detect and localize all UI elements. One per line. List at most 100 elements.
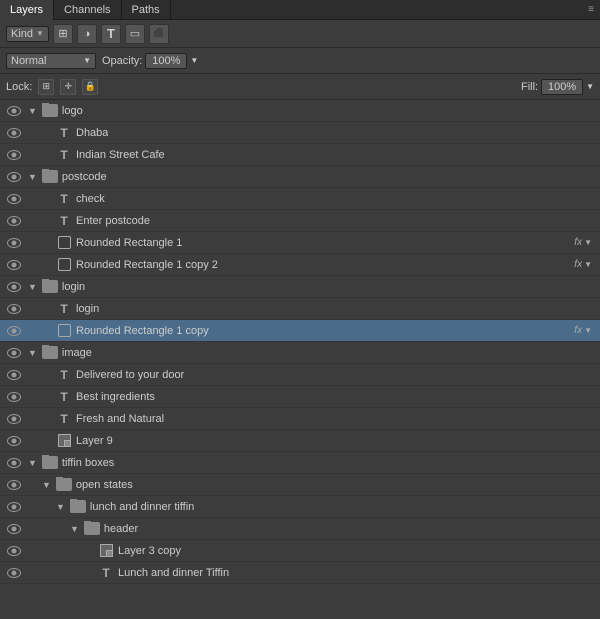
layer-toolbar: Kind ▼ ⊞ ◑ T ▭ ⬛: [0, 20, 600, 48]
layer-visibility-toggle[interactable]: [0, 304, 28, 314]
adjustment-filter-icon[interactable]: ◑: [77, 24, 97, 44]
text-icon: T: [56, 411, 72, 427]
folder-icon: [42, 280, 58, 293]
layer-name-label: logo: [62, 105, 83, 117]
layer-visibility-toggle[interactable]: [0, 326, 28, 336]
layer-row[interactable]: TLunch and dinner Tiffin: [0, 562, 600, 584]
layer-visibility-toggle[interactable]: [0, 370, 28, 380]
fx-arrow-icon[interactable]: ▼: [584, 260, 592, 269]
layer-row[interactable]: TDhaba: [0, 122, 600, 144]
folder-expand-arrow-icon[interactable]: ▼: [28, 282, 37, 292]
layer-visibility-toggle[interactable]: [0, 282, 28, 292]
layer-row[interactable]: Tcheck: [0, 188, 600, 210]
layer-content: TDhaba: [28, 125, 596, 141]
layer-name-label: Rounded Rectangle 1: [76, 237, 182, 249]
fx-arrow-icon[interactable]: ▼: [584, 238, 592, 247]
eye-icon: [7, 282, 21, 292]
layer-row[interactable]: TBest ingredients: [0, 386, 600, 408]
pixel-filter-icon[interactable]: ⊞: [53, 24, 73, 44]
layer-row[interactable]: TFresh and Natural: [0, 408, 600, 430]
blend-mode-arrow-icon: ▼: [83, 56, 91, 65]
layer-row[interactable]: Rounded Rectangle 1fx▼: [0, 232, 600, 254]
tab-paths[interactable]: Paths: [122, 0, 171, 20]
layer-visibility-toggle[interactable]: [0, 392, 28, 402]
layer-row[interactable]: Rounded Rectangle 1 copy 2fx▼: [0, 254, 600, 276]
folder-expand-arrow-icon[interactable]: ▼: [28, 348, 37, 358]
layer-visibility-toggle[interactable]: [0, 502, 28, 512]
layer-visibility-toggle[interactable]: [0, 150, 28, 160]
fill-input[interactable]: 100%: [541, 79, 583, 95]
opacity-input[interactable]: 100%: [145, 53, 187, 69]
layer-visibility-toggle[interactable]: [0, 348, 28, 358]
layer-content: ▼open states: [28, 477, 596, 493]
folder-icon: [70, 499, 86, 515]
layer-row[interactable]: TEnter postcode: [0, 210, 600, 232]
panel-collapse[interactable]: ≡: [582, 2, 600, 17]
layer-visibility-toggle[interactable]: [0, 458, 28, 468]
text-layer-icon: T: [60, 302, 67, 316]
text-layer-icon: T: [60, 368, 67, 382]
layer-row[interactable]: TIndian Street Cafe: [0, 144, 600, 166]
folder-expand-arrow-icon[interactable]: ▼: [28, 106, 37, 116]
fill-group: Fill: 100% ▼: [521, 79, 594, 95]
layer-row[interactable]: Layer 9: [0, 430, 600, 452]
layer-name-label: Enter postcode: [76, 215, 150, 227]
layer-visibility-toggle[interactable]: [0, 128, 28, 138]
layer-row[interactable]: ▼postcode: [0, 166, 600, 188]
layer-row[interactable]: Rounded Rectangle 1 copyfx▼: [0, 320, 600, 342]
lock-all-icon[interactable]: 🔒: [82, 79, 98, 95]
layer-visibility-toggle[interactable]: [0, 568, 28, 578]
layer-content: Layer 9: [28, 433, 596, 449]
layer-row[interactable]: ▼lunch and dinner tiffin: [0, 496, 600, 518]
layer-row[interactable]: Layer 3 copy: [0, 540, 600, 562]
layer-row[interactable]: ▼login: [0, 276, 600, 298]
eye-icon: [7, 128, 21, 138]
layer-visibility-toggle[interactable]: [0, 436, 28, 446]
fx-arrow-icon[interactable]: ▼: [584, 326, 592, 335]
layer-row[interactable]: ▼ logo: [0, 100, 600, 122]
layer-visibility-toggle[interactable]: [0, 480, 28, 490]
filter-kind-btn[interactable]: Kind ▼: [6, 26, 49, 42]
layer-visibility-toggle[interactable]: [0, 524, 28, 534]
opacity-group: Opacity: 100% ▼: [102, 53, 198, 69]
fill-arrow-icon[interactable]: ▼: [586, 82, 594, 91]
folder-expand-arrow-icon[interactable]: ▼: [28, 458, 37, 468]
blend-mode-select[interactable]: Normal ▼: [6, 53, 96, 69]
kind-arrow-icon: ▼: [36, 29, 44, 38]
folder-expand-arrow-icon[interactable]: ▼: [56, 502, 65, 512]
smart-filter-icon[interactable]: ⬛: [149, 24, 169, 44]
opacity-arrow-icon[interactable]: ▼: [190, 56, 198, 65]
folder-expand-arrow-icon[interactable]: ▼: [70, 524, 79, 534]
layer-visibility-toggle[interactable]: [0, 106, 28, 116]
layer-content: Tlogin: [28, 301, 596, 317]
layer-name-label: image: [62, 347, 92, 359]
layer-row[interactable]: TDelivered to your door: [0, 364, 600, 386]
layer-row[interactable]: Tlogin: [0, 298, 600, 320]
layer-visibility-toggle[interactable]: [0, 216, 28, 226]
shape-filter-icon[interactable]: ▭: [125, 24, 145, 44]
tab-layers[interactable]: Layers: [0, 0, 54, 20]
layer-visibility-toggle[interactable]: [0, 414, 28, 424]
layer-content: TEnter postcode: [28, 213, 596, 229]
layer-visibility-toggle[interactable]: [0, 546, 28, 556]
lock-pixels-icon[interactable]: ⊞: [38, 79, 54, 95]
layer-row[interactable]: ▼ image: [0, 342, 600, 364]
folder-expand-arrow-icon[interactable]: ▼: [28, 172, 37, 182]
folder-icon: [70, 500, 86, 513]
lock-position-icon[interactable]: ✛: [60, 79, 76, 95]
layer-content: TLunch and dinner Tiffin: [28, 565, 596, 581]
text-layer-icon: T: [60, 148, 67, 162]
eye-icon: [7, 524, 21, 534]
type-filter-icon[interactable]: T: [101, 24, 121, 44]
layer-visibility-toggle[interactable]: [0, 194, 28, 204]
layer-row[interactable]: ▼tiffin boxes: [0, 452, 600, 474]
layer-row[interactable]: ▼header: [0, 518, 600, 540]
layer-row[interactable]: ▼open states: [0, 474, 600, 496]
layer-visibility-toggle[interactable]: [0, 172, 28, 182]
layer-visibility-toggle[interactable]: [0, 238, 28, 248]
tab-channels[interactable]: Channels: [54, 0, 121, 20]
shape-layer-icon: [58, 258, 71, 271]
eye-icon: [7, 194, 21, 204]
layer-visibility-toggle[interactable]: [0, 260, 28, 270]
folder-expand-arrow-icon[interactable]: ▼: [42, 480, 51, 490]
